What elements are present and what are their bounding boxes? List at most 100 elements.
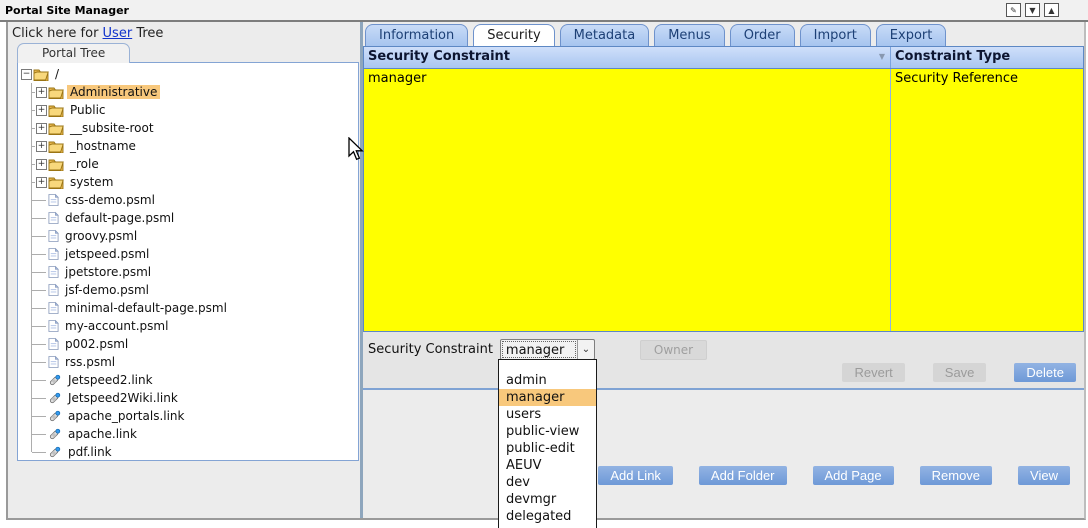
- title-bar: Portal Site Manager ✎ ▼ ▲: [0, 0, 1088, 22]
- add-page-button[interactable]: Add Page: [813, 466, 894, 485]
- dropdown-option[interactable]: manager: [499, 389, 596, 406]
- tree-item-label: jpetstore.psml: [62, 265, 154, 279]
- dropdown-option[interactable]: AEUV: [499, 457, 596, 474]
- tree-item[interactable]: +Public: [26, 101, 358, 119]
- tree-item[interactable]: jsf-demo.psml: [26, 281, 358, 299]
- tree-item[interactable]: default-page.psml: [26, 209, 358, 227]
- tree-connector: [26, 83, 36, 101]
- tree-item-label: default-page.psml: [62, 211, 177, 225]
- dropdown-option[interactable]: public-view: [499, 423, 596, 440]
- add-folder-button[interactable]: Add Folder: [699, 466, 787, 485]
- tree-item[interactable]: rss.psml: [26, 353, 358, 371]
- tree-connector: [26, 137, 36, 155]
- tree-item-label: Administrative: [67, 85, 160, 99]
- tree-connector: [26, 227, 47, 245]
- tree-item[interactable]: −/: [21, 65, 358, 83]
- tree-item[interactable]: jpetstore.psml: [26, 263, 358, 281]
- tree-item[interactable]: minimal-default-page.psml: [26, 299, 358, 317]
- tree-item[interactable]: Jetspeed2Wiki.link: [26, 389, 358, 407]
- tab-menus[interactable]: Menus: [654, 24, 724, 46]
- folder-icon: [48, 176, 64, 189]
- tree-connector: [26, 389, 47, 407]
- link-icon: [48, 427, 62, 441]
- triangle-up-icon[interactable]: ▲: [1044, 3, 1059, 17]
- dropdown-option[interactable]: public-edit: [499, 440, 596, 457]
- tree-connector: [26, 209, 47, 227]
- expand-icon[interactable]: +: [36, 123, 47, 134]
- dropdown-option[interactable]: devmgr: [499, 491, 596, 508]
- link-icon: [48, 373, 62, 387]
- tree-item[interactable]: css-demo.psml: [26, 191, 358, 209]
- expand-icon[interactable]: +: [36, 87, 47, 98]
- dropdown-option[interactable]: delegated: [499, 508, 596, 525]
- tree-item[interactable]: + Administrative: [26, 83, 358, 101]
- tree-item-label: /: [52, 67, 62, 81]
- column-header-constraint-type[interactable]: Constraint Type: [891, 47, 1083, 68]
- expand-icon[interactable]: +: [36, 105, 47, 116]
- expand-icon[interactable]: +: [36, 141, 47, 152]
- tab-import[interactable]: Import: [800, 24, 871, 46]
- tree-item[interactable]: + __subsite-root: [26, 119, 358, 137]
- constraint-action-buttons: RevertSaveDelete: [842, 363, 1076, 382]
- table-cell-constraint[interactable]: manager: [364, 69, 891, 331]
- tab-export[interactable]: Export: [876, 24, 947, 46]
- link-icon: [48, 391, 62, 405]
- tab-order[interactable]: Order: [730, 24, 795, 46]
- dropdown-option[interactable]: users: [499, 406, 596, 423]
- user-tree-switch-line: Click here for User Tree: [8, 22, 360, 41]
- view-button[interactable]: View: [1018, 466, 1070, 485]
- tree-item[interactable]: apache_portals.link: [26, 407, 358, 425]
- security-constraints-table: Security Constraint ▼ Constraint Type ma…: [363, 46, 1084, 332]
- link-icon: [48, 445, 62, 459]
- tree-item[interactable]: jetspeed.psml: [26, 245, 358, 263]
- tab-security[interactable]: Security: [473, 24, 554, 46]
- tree-item[interactable]: +_hostname: [26, 137, 358, 155]
- tree-item-label: system: [67, 175, 116, 189]
- detail-tabs: InformationSecurity MetadataMenus OrderImp…: [363, 24, 1084, 46]
- tree-item[interactable]: Jetspeed2.link: [26, 371, 358, 389]
- user-tree-link[interactable]: User: [103, 26, 133, 41]
- dropdown-option[interactable]: admin: [499, 372, 596, 389]
- tree-item[interactable]: +_role: [26, 155, 358, 173]
- expand-icon[interactable]: +: [36, 159, 47, 170]
- tree-item-label: jetspeed.psml: [62, 247, 152, 261]
- triangle-down-icon[interactable]: ▼: [1025, 3, 1040, 17]
- page-icon: [48, 229, 59, 243]
- tree-item-label: css-demo.psml: [62, 193, 158, 207]
- tree-item-label: minimal-default-page.psml: [62, 301, 230, 315]
- portal-tree: −/+Administrative+Public+__subsite-root+…: [17, 62, 359, 461]
- chevron-down-icon[interactable]: ⌄: [577, 340, 594, 359]
- tree-item-label: pdf.link: [65, 445, 115, 459]
- tab-portal-tree[interactable]: Portal Tree: [17, 43, 130, 63]
- table-body: manager Security Reference: [364, 69, 1083, 331]
- folder-icon: [48, 104, 64, 117]
- column-header-security-constraint[interactable]: Security Constraint ▼: [364, 47, 891, 68]
- user-tree-text-after: Tree: [132, 26, 163, 41]
- folder-icon: [48, 158, 64, 171]
- link-icon: [48, 409, 62, 423]
- add-link-button[interactable]: Add Link: [598, 466, 673, 485]
- collapse-icon[interactable]: −: [21, 69, 32, 80]
- tree-connector: [26, 317, 47, 335]
- user-tree-text-before: Click here for: [12, 26, 103, 41]
- security-constraint-select[interactable]: manager ⌄: [500, 339, 595, 360]
- tree-item[interactable]: groovy.psml: [26, 227, 358, 245]
- pencil-icon[interactable]: ✎: [1006, 3, 1021, 17]
- tree-item-label: __subsite-root: [67, 121, 157, 135]
- tree-item[interactable]: p002.psml: [26, 335, 358, 353]
- tree-item[interactable]: my-account.psml: [26, 317, 358, 335]
- table-cell-type[interactable]: Security Reference: [891, 69, 1083, 331]
- tree-item-label: Jetspeed2Wiki.link: [65, 391, 181, 405]
- tab-metadata[interactable]: Metadata: [560, 24, 650, 46]
- tree-item[interactable]: + system: [26, 173, 358, 191]
- delete-button[interactable]: Delete: [1014, 363, 1076, 382]
- sort-descending-icon[interactable]: ▼: [879, 52, 885, 61]
- dropdown-option[interactable]: dev: [499, 474, 596, 491]
- expand-icon[interactable]: +: [36, 177, 47, 188]
- tab-information[interactable]: Information: [365, 24, 468, 46]
- tree-item[interactable]: apache.link: [26, 425, 358, 443]
- tree-item[interactable]: pdf.link: [26, 443, 358, 461]
- tree-connector: [26, 173, 36, 191]
- remove-button[interactable]: Remove: [920, 466, 992, 485]
- window-controls: ✎ ▼ ▲: [1006, 3, 1083, 17]
